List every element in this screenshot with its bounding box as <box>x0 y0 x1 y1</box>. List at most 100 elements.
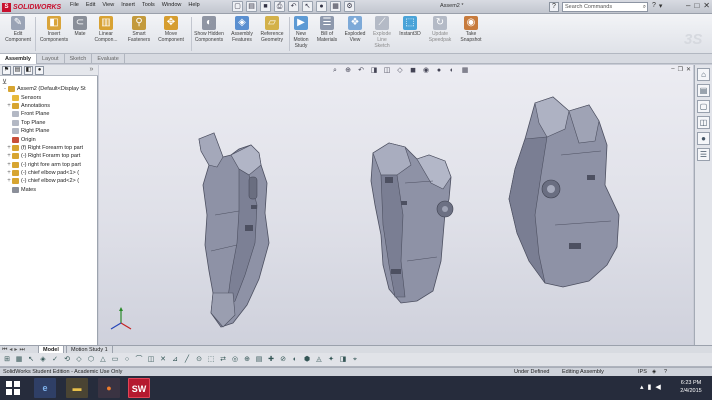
rebuild-status-icon[interactable]: ◈ <box>652 368 656 376</box>
show-hidden-components-button[interactable]: ◐ Show Hidden Components <box>193 16 225 43</box>
print-icon[interactable]: ⎙ <box>274 1 285 12</box>
tool-icon[interactable]: ◎ <box>230 355 240 365</box>
tab-assembly[interactable]: Assembly <box>0 54 37 64</box>
tree-node[interactable]: + (-) right fore arm top part <box>0 161 98 169</box>
tab-evaluate[interactable]: Evaluate <box>92 54 125 64</box>
tool-icon[interactable]: ◐ <box>290 355 300 365</box>
tree-node[interactable]: Right Plane <box>0 127 98 135</box>
save-icon[interactable]: ■ <box>260 1 271 12</box>
options-gear-icon[interactable]: ⚙ <box>344 1 355 12</box>
menu-edit[interactable]: Edit <box>86 2 95 8</box>
tree-node[interactable]: Top Plane <box>0 119 98 127</box>
tool-icon[interactable]: ⊘ <box>278 355 288 365</box>
status-units[interactable]: IPS <box>638 368 647 376</box>
graphics-area[interactable]: ⌕ ⊕ ↶ ◨ ◫ ◇ ◼ ◉ ● ◐ ▦ – ❐ ✕ <box>99 65 693 345</box>
help-icon[interactable]: ? <box>652 2 656 10</box>
explode-line-sketch-button[interactable]: ⟋ Explode Line Sketch <box>369 16 395 49</box>
tool-icon[interactable]: ◫ <box>146 355 156 365</box>
menu-file[interactable]: File <box>70 2 79 8</box>
mate-button[interactable]: ⊂ Mate <box>71 16 89 37</box>
file-properties-icon[interactable]: ▦ <box>330 1 341 12</box>
tree-node[interactable]: - Assem2 (Default<Display St <box>0 85 98 93</box>
internet-explorer-icon[interactable]: e <box>34 378 56 398</box>
tree-node[interactable]: Front Plane <box>0 110 98 118</box>
tool-icon[interactable]: ▭ <box>110 355 120 365</box>
tool-icon[interactable]: ○ <box>122 355 132 365</box>
tool-icon[interactable]: ✚ <box>266 355 276 365</box>
select-cursor-icon[interactable]: ↖ <box>302 1 313 12</box>
display-manager-tab-icon[interactable]: ● <box>35 66 44 75</box>
tool-icon[interactable]: ⟲ <box>62 355 72 365</box>
tool-icon[interactable]: △ <box>98 355 108 365</box>
file-explorer-icon[interactable]: ▢ <box>697 100 710 113</box>
windows-start-icon[interactable] <box>6 381 20 395</box>
tool-icon[interactable]: ⊕ <box>242 355 252 365</box>
firefox-icon[interactable]: ● <box>98 378 120 398</box>
menu-help[interactable]: Help <box>188 2 199 8</box>
property-manager-tab-icon[interactable]: ▤ <box>13 66 22 75</box>
tree-node[interactable]: + (f) Right Forearm top part <box>0 144 98 152</box>
move-component-button[interactable]: ✥ Move Component <box>155 16 187 43</box>
rebuild-icon[interactable]: ● <box>316 1 327 12</box>
tool-icon[interactable]: ↖ <box>26 355 36 365</box>
menu-view[interactable]: View <box>102 2 114 8</box>
solidworks-resources-icon[interactable]: ⌂ <box>697 68 710 81</box>
update-speedpak-button[interactable]: ↻ Update Speedpak <box>426 16 454 43</box>
tree-node[interactable]: + Annotations <box>0 102 98 110</box>
help-status-icon[interactable]: ? <box>664 368 667 376</box>
minimize-icon[interactable]: – <box>686 1 690 10</box>
configuration-manager-tab-icon[interactable]: ◧ <box>24 66 33 75</box>
menu-window[interactable]: Window <box>162 2 182 8</box>
tool-icon[interactable]: ⌒ <box>134 355 144 365</box>
tool-icon[interactable]: ▤ <box>254 355 264 365</box>
tree-node[interactable]: Sensors <box>0 93 98 101</box>
instant3d-button[interactable]: ⬚ Instant3D <box>396 16 424 37</box>
volume-icon[interactable]: ◀ <box>655 383 660 391</box>
tool-icon[interactable]: ⬚ <box>206 355 216 365</box>
menu-tools[interactable]: Tools <box>142 2 155 8</box>
clock[interactable]: 6:23 PM 2/4/2015 <box>676 379 706 395</box>
tab-layout[interactable]: Layout <box>37 54 65 64</box>
close-icon[interactable]: ✕ <box>703 1 710 10</box>
new-motion-study-button[interactable]: ▶ New Motion Study <box>290 16 312 49</box>
tool-icon[interactable]: ◬ <box>314 355 324 365</box>
smart-fasteners-button[interactable]: ⚲ Smart Fasteners <box>124 16 154 43</box>
tree-node[interactable]: + (-) Right Forarm top part <box>0 152 98 160</box>
tool-icon[interactable]: ▦ <box>14 355 24 365</box>
tab-sketch[interactable]: Sketch <box>65 54 93 64</box>
network-icon[interactable]: ▮ <box>648 383 652 391</box>
tool-icon[interactable]: ◨ <box>338 355 348 365</box>
tool-icon[interactable]: ✕ <box>158 355 168 365</box>
insert-components-button[interactable]: ◧ Insert Components <box>38 16 70 43</box>
edit-component-button[interactable]: ✎ Edit Component <box>3 16 33 43</box>
tool-icon[interactable]: ⊿ <box>170 355 180 365</box>
bill-of-materials-button[interactable]: ☰ Bill of Materials <box>313 16 341 43</box>
forearm-part-right[interactable] <box>508 96 620 288</box>
tool-icon[interactable]: ⌖ <box>350 355 360 365</box>
exploded-view-button[interactable]: ❖ Exploded View <box>342 16 368 43</box>
tree-node[interactable]: + (-) chief elbow pad<1> ( <box>0 169 98 177</box>
tree-node[interactable]: + (-) chief elbow pad<2> ( <box>0 177 98 185</box>
panel-expand-icon[interactable]: » <box>87 66 96 75</box>
help-dropdown-icon[interactable]: ▾ <box>659 2 663 10</box>
feature-manager-tab-icon[interactable]: ⚑ <box>2 66 11 75</box>
tool-icon[interactable]: ✓ <box>50 355 60 365</box>
view-palette-icon[interactable]: ◫ <box>697 116 710 129</box>
undo-icon[interactable]: ↶ <box>288 1 299 12</box>
tool-icon[interactable]: ✦ <box>326 355 336 365</box>
custom-properties-icon[interactable]: ☰ <box>697 148 710 161</box>
forearm-part-left[interactable] <box>198 132 270 328</box>
forearm-part-middle[interactable] <box>370 142 454 304</box>
help-search-icon[interactable]: ? <box>549 2 559 12</box>
tree-node[interactable]: Origin <box>0 135 98 143</box>
solidworks-logo[interactable]: S SOLIDWORKS <box>2 1 61 13</box>
tool-icon[interactable]: ╱ <box>182 355 192 365</box>
solidworks-taskbar-icon[interactable]: SW <box>128 378 150 398</box>
take-snapshot-button[interactable]: ◉ Take Snapshot <box>457 16 485 43</box>
appearances-icon[interactable]: ● <box>697 132 710 145</box>
tool-icon[interactable]: ⬢ <box>302 355 312 365</box>
tool-icon[interactable]: ⊙ <box>194 355 204 365</box>
show-hidden-icons-icon[interactable]: ▴ <box>640 383 644 391</box>
search-commands-input[interactable]: Search Commands ⌕ <box>562 2 648 12</box>
linear-pattern-button[interactable]: ▥ Linear Compon... <box>90 16 122 43</box>
